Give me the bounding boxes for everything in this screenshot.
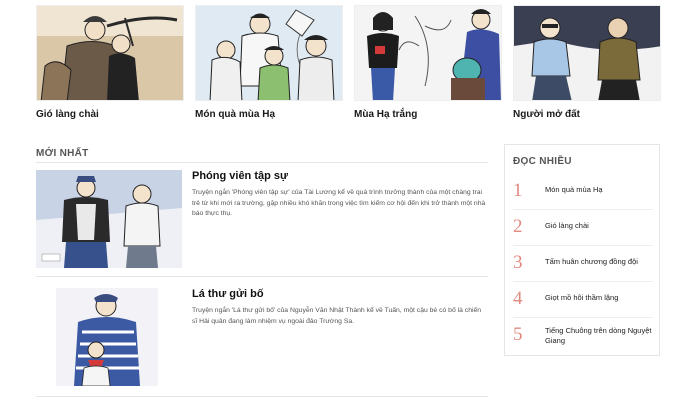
most-read-link[interactable]: Tiếng Chuông trên dòng Nguyệt Giang <box>545 326 653 346</box>
divider <box>36 396 488 397</box>
children-kite-illustration[interactable] <box>195 5 343 101</box>
divider <box>513 281 653 282</box>
featured-caption[interactable]: Gió làng chài <box>36 109 184 120</box>
featured-card[interactable]: Mùa Hạ trắng <box>354 5 502 120</box>
most-read-panel: ĐỌC NHIỀU 1 Món quà mùa Hạ 2 Gió làng ch… <box>504 144 660 356</box>
divider <box>513 209 653 210</box>
two-men-talking-illustration[interactable] <box>513 5 661 101</box>
divider <box>513 245 653 246</box>
rank-number: 1 <box>513 180 523 201</box>
article-description: Truyện ngắn 'Lá thư gửi bố' của Nguyễn V… <box>192 307 482 325</box>
most-read-link[interactable]: Món quà mùa Hạ <box>545 185 653 195</box>
featured-caption[interactable]: Người mở đất <box>513 109 661 120</box>
fisherman-illustration[interactable] <box>36 5 184 101</box>
rank-number: 3 <box>513 252 523 273</box>
article-title[interactable]: Phóng viên tập sự <box>192 170 288 182</box>
women-plants-illustration[interactable] <box>354 5 502 101</box>
featured-card[interactable]: Món quà mùa Hạ <box>195 5 343 120</box>
divider <box>36 276 488 277</box>
article-description: Truyện ngắn 'Phóng viên tập sự' của Tài … <box>192 189 486 217</box>
most-read-link[interactable]: Tấm huân chương đồng đội <box>545 257 653 267</box>
article-title[interactable]: Lá thư gửi bố <box>192 288 264 300</box>
featured-caption[interactable]: Mùa Hạ trắng <box>354 109 502 120</box>
divider <box>36 162 488 163</box>
featured-caption[interactable]: Món quà mùa Hạ <box>195 109 343 120</box>
reporter-illustration[interactable] <box>36 170 182 268</box>
rank-number: 2 <box>513 216 523 237</box>
most-read-link[interactable]: Giọt mồ hôi thầm lặng <box>545 293 653 303</box>
featured-card[interactable]: Gió làng chài <box>36 5 184 120</box>
rank-number: 4 <box>513 288 523 309</box>
letter-to-father-illustration[interactable] <box>56 288 158 386</box>
section-label-latest: MỚI NHẤT <box>36 148 89 159</box>
article-item[interactable]: Lá thư gửi bố Truyện ngắn 'Lá thư gửi bố… <box>36 288 488 386</box>
rank-number: 5 <box>513 324 523 345</box>
divider <box>513 317 653 318</box>
featured-stories: Gió làng chài Món quà mùa Hạ Mùa Hạ trắn… <box>36 5 661 123</box>
featured-card[interactable]: Người mở đất <box>513 5 661 120</box>
most-read-link[interactable]: Gió làng chài <box>545 221 653 231</box>
most-read-title: ĐỌC NHIỀU <box>513 156 572 167</box>
article-item[interactable]: Phóng viên tập sự Truyện ngắn 'Phóng viê… <box>36 170 488 268</box>
